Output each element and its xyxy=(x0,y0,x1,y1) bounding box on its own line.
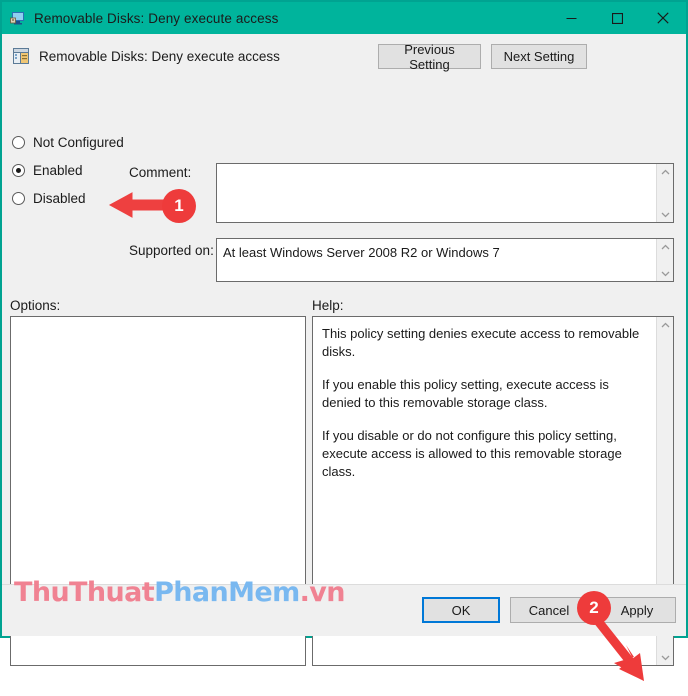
minimize-button[interactable] xyxy=(548,2,594,34)
footer-buttons: OK Cancel Apply xyxy=(422,597,676,623)
chevron-down-icon[interactable] xyxy=(657,207,674,222)
navigation-buttons: Previous Setting Next Setting xyxy=(378,42,587,72)
options-label: Options: xyxy=(10,298,61,313)
chevron-down-icon[interactable] xyxy=(657,650,674,665)
annotation-badge-1: 1 xyxy=(162,189,196,223)
radio-disabled-label: Disabled xyxy=(33,190,86,206)
chevron-up-icon[interactable] xyxy=(657,239,674,254)
setting-name-label: Removable Disks: Deny execute access xyxy=(39,48,280,64)
chevron-up-icon[interactable] xyxy=(657,164,674,179)
supported-on-value: At least Windows Server 2008 R2 or Windo… xyxy=(223,245,500,260)
maximize-button[interactable] xyxy=(594,2,640,34)
comment-scrollbar[interactable] xyxy=(656,164,673,222)
radio-enabled-mark xyxy=(12,163,25,177)
supported-on-field: At least Windows Server 2008 R2 or Windo… xyxy=(216,238,674,282)
window-title: Removable Disks: Deny execute access xyxy=(34,10,279,26)
help-paragraph-2: If you enable this policy setting, execu… xyxy=(322,377,609,410)
policy-state-radio-group: Not Configured Enabled Disabled xyxy=(12,128,124,212)
policy-setting-icon xyxy=(12,47,30,65)
apply-button[interactable]: Apply xyxy=(598,597,676,623)
previous-setting-button[interactable]: Previous Setting xyxy=(378,42,481,72)
dialog-body: Not Configured Enabled Disabled Comment: xyxy=(2,78,686,681)
comment-label: Comment: xyxy=(129,165,192,180)
title-bar: Removable Disks: Deny execute access xyxy=(2,2,686,34)
help-paragraph-1: This policy setting denies execute acces… xyxy=(322,326,640,359)
computer-monitor-icon xyxy=(10,10,26,26)
chevron-down-icon[interactable] xyxy=(657,266,674,281)
radio-enabled-label: Enabled xyxy=(33,162,83,178)
comment-value[interactable] xyxy=(217,164,656,222)
ok-button[interactable]: OK xyxy=(422,597,500,623)
comment-field[interactable] xyxy=(216,163,674,223)
radio-disabled[interactable]: Disabled xyxy=(12,184,124,212)
next-setting-button[interactable]: Next Setting xyxy=(491,44,587,69)
dialog-header: Removable Disks: Deny execute access Pre… xyxy=(2,34,686,78)
group-policy-setting-dialog: Removable Disks: Deny execute access Rem… xyxy=(0,0,688,681)
supported-on-label: Supported on: xyxy=(129,243,214,258)
cancel-button[interactable]: Cancel xyxy=(510,597,588,623)
close-button[interactable] xyxy=(640,2,686,34)
radio-enabled[interactable]: Enabled xyxy=(12,156,124,184)
dialog-footer: OK Cancel Apply xyxy=(2,584,686,636)
help-paragraph-3: If you disable or do not configure this … xyxy=(322,428,622,479)
window-controls xyxy=(548,2,686,34)
chevron-up-icon[interactable] xyxy=(657,317,674,332)
radio-not-configured-label: Not Configured xyxy=(33,134,124,150)
radio-not-configured-mark xyxy=(12,135,25,149)
radio-disabled-mark xyxy=(12,191,25,205)
supported-on-scrollbar[interactable] xyxy=(656,239,673,281)
radio-not-configured[interactable]: Not Configured xyxy=(12,128,124,156)
help-label: Help: xyxy=(312,298,344,313)
